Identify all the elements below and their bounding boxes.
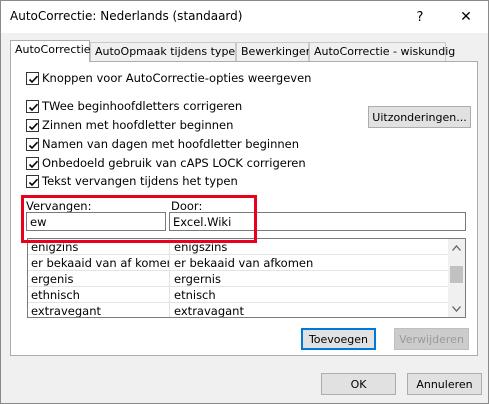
scroll-thumb[interactable] <box>450 266 463 283</box>
entry-replace: ethnisch <box>31 288 80 302</box>
autocorrect-panel: Knoppen voor AutoCorrectie-opties weerge… <box>10 61 478 356</box>
caps-lock-checkbox[interactable] <box>26 156 39 170</box>
caps-lock-option[interactable]: Onbedoeld gebruik van cAPS LOCK corriger… <box>26 155 306 171</box>
two-initial-caps-checkbox[interactable] <box>26 99 39 113</box>
show-buttons-checkbox[interactable] <box>26 71 39 85</box>
help-icon: ? <box>416 9 424 25</box>
checkmark-icon <box>28 178 39 186</box>
delete-button[interactable]: Verwijderen <box>394 328 469 350</box>
autocorrect-dialog: AutoCorrectie: Nederlands (standaard) ? … <box>0 0 489 404</box>
list-item[interactable]: enigzins enigszins <box>28 239 450 255</box>
show-buttons-label: Knoppen voor AutoCorrectie-opties weerge… <box>42 71 312 85</box>
replacement-list[interactable]: enigzins enigszins er bekaaid van af kom… <box>27 238 466 318</box>
entry-replace: ergenis <box>31 272 74 286</box>
ok-button[interactable]: OK <box>321 373 396 395</box>
scroll-up-arrow[interactable] <box>448 239 465 256</box>
entry-with: extravagant <box>174 304 244 318</box>
scroll-down-arrow[interactable] <box>448 300 465 317</box>
replace-input[interactable]: ew <box>26 212 166 231</box>
replace-text-label: Tekst vervangen tijdens het typen <box>42 174 238 188</box>
close-button[interactable]: ✕ <box>444 1 488 33</box>
chevron-down-icon <box>452 305 461 312</box>
entry-replace: er bekaaid van af komen <box>31 256 169 270</box>
cancel-button[interactable]: Annuleren <box>407 373 482 395</box>
exceptions-button[interactable]: Uitzonderingen... <box>368 106 471 128</box>
replace-label: Vervangen: <box>26 199 92 213</box>
caps-lock-label: Onbedoeld gebruik van cAPS LOCK corriger… <box>42 156 306 170</box>
entry-with: er bekaaid van afkomen <box>174 256 314 270</box>
entry-replace: extravegant <box>31 304 101 318</box>
entry-with: etnisch <box>174 288 216 302</box>
checkmark-icon <box>28 160 39 168</box>
checkmark-icon <box>28 122 39 130</box>
title-bar: AutoCorrectie: Nederlands (standaard) ? … <box>1 1 488 33</box>
capitalize-days-label: Namen van dagen met hoofdletter beginnen <box>42 137 300 151</box>
capitalize-sentences-option[interactable]: Zinnen met hoofdletter beginnen <box>26 117 233 133</box>
two-initial-caps-label: TWee beginhoofdletters corrigeren <box>42 99 243 113</box>
entry-with: enigszins <box>174 240 228 254</box>
tab-math-autocorrect[interactable]: AutoCorrectie - wiskundig <box>309 42 455 61</box>
window-title: AutoCorrectie: Nederlands (standaard) <box>10 9 243 23</box>
capitalize-sentences-label: Zinnen met hoofdletter beginnen <box>42 118 234 132</box>
two-initial-caps-option[interactable]: TWee beginhoofdletters corrigeren <box>26 98 242 114</box>
capitalize-sentences-checkbox[interactable] <box>26 118 39 132</box>
tab-autocorrect[interactable]: AutoCorrectie <box>10 40 91 62</box>
capitalize-days-option[interactable]: Namen van dagen met hoofdletter beginnen <box>26 136 299 152</box>
checkmark-icon <box>28 103 39 111</box>
add-button[interactable]: Toevoegen <box>301 328 376 350</box>
checkmark-icon <box>28 141 39 149</box>
show-buttons-option[interactable]: Knoppen voor AutoCorrectie-opties weerge… <box>26 70 311 86</box>
list-item[interactable]: ergenis ergernis <box>28 271 450 287</box>
with-label: Door: <box>171 199 203 213</box>
close-icon: ✕ <box>460 9 472 25</box>
list-item[interactable]: extravegant extravagant <box>28 303 450 318</box>
entry-replace: enigzins <box>31 240 79 254</box>
list-item[interactable]: er bekaaid van af komen er bekaaid van a… <box>28 255 450 271</box>
tab-actions[interactable]: Bewerkingen <box>236 42 313 61</box>
entry-with: ergernis <box>174 272 221 286</box>
capitalize-days-checkbox[interactable] <box>26 137 39 151</box>
checkmark-icon <box>28 75 39 83</box>
list-scrollbar[interactable] <box>448 239 465 317</box>
help-button[interactable]: ? <box>398 1 442 33</box>
replace-text-checkbox[interactable] <box>26 174 39 188</box>
tab-autoformat-as-you-type[interactable]: AutoOpmaak tijdens typen <box>90 42 242 61</box>
list-item[interactable]: ethnisch etnisch <box>28 287 450 303</box>
replace-text-option[interactable]: Tekst vervangen tijdens het typen <box>26 173 238 189</box>
chevron-up-icon <box>452 244 461 251</box>
with-input[interactable]: Excel.Wiki <box>169 212 466 231</box>
